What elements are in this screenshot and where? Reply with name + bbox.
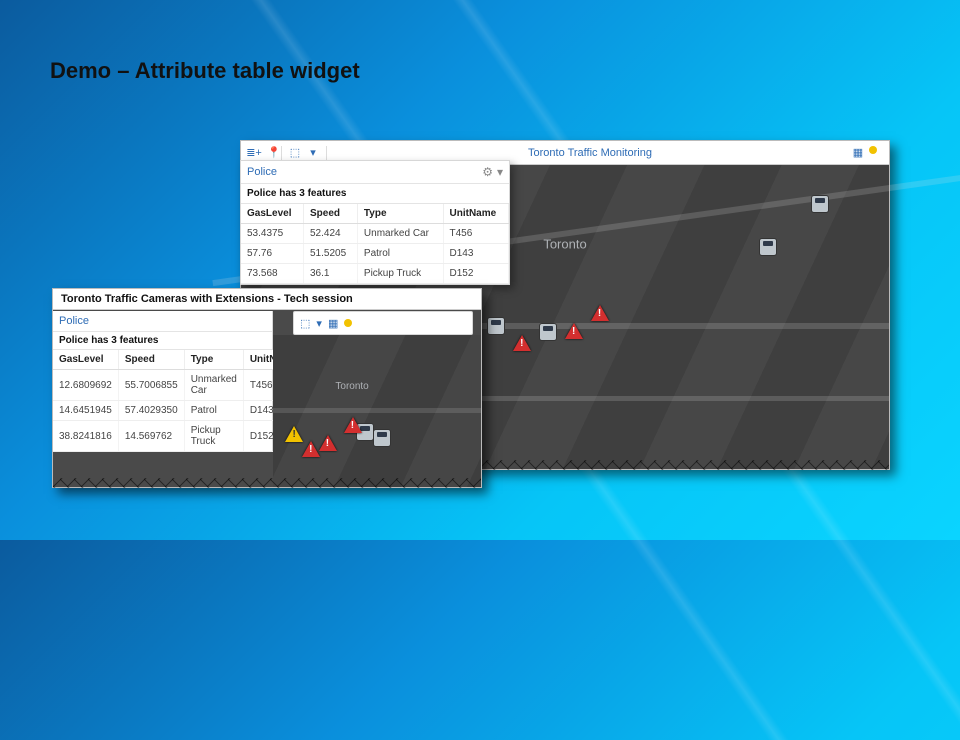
col-header[interactable]: Speed (304, 204, 358, 224)
cell: Patrol (184, 401, 243, 421)
variant-feature-summary: Police has 3 features (53, 332, 272, 350)
variant-map-canvas[interactable]: Toronto (273, 335, 481, 487)
cell: Pickup Truck (357, 264, 443, 284)
col-header[interactable]: Speed (118, 350, 184, 370)
warning-icon[interactable] (591, 305, 609, 321)
cell: 53.4375 (241, 224, 304, 244)
cell: 14.569762 (118, 421, 184, 452)
attr-layer-name[interactable]: Police (247, 166, 277, 178)
vehicle-icon[interactable] (373, 429, 391, 447)
status-dot-icon (344, 319, 352, 327)
variant-attribute-panel: Police Police has 3 features GasLevel Sp… (53, 311, 273, 452)
layers-panel-icon[interactable]: ▦ (851, 146, 865, 160)
col-header[interactable]: UnitName (443, 204, 509, 224)
status-dot-icon (869, 146, 877, 154)
variant-attribute-table: GasLevel Speed Type UnitName 12.6809692 … (53, 350, 304, 452)
cell: 14.6451945 (53, 401, 118, 421)
cell: 12.6809692 (53, 370, 118, 401)
layers-panel-icon[interactable]: ▦ (328, 317, 338, 330)
variant-window-title: Toronto Traffic Cameras with Extensions … (53, 289, 481, 310)
warning-icon[interactable] (565, 323, 583, 339)
map-road (273, 408, 481, 413)
vehicle-icon[interactable] (759, 238, 777, 256)
warning-icon[interactable] (319, 435, 337, 451)
col-header[interactable]: GasLevel (241, 204, 304, 224)
col-header[interactable]: Type (357, 204, 443, 224)
table-row[interactable]: 12.6809692 55.7006855 Unmarked Car T456 (53, 370, 303, 401)
alert-icon[interactable] (285, 426, 303, 442)
cell: 38.8241816 (53, 421, 118, 452)
vehicle-icon[interactable] (487, 317, 505, 335)
map-city-label: Toronto (543, 237, 586, 252)
warning-icon[interactable] (344, 417, 362, 433)
table-row[interactable]: 57.76 51.5205 Patrol D143 (241, 244, 509, 264)
cell: 57.4029350 (118, 401, 184, 421)
table-row[interactable]: 73.568 36.1 Pickup Truck D152 (241, 264, 509, 284)
variant-layer-name[interactable]: Police (53, 311, 272, 332)
cell: D152 (443, 264, 509, 284)
cell: Unmarked Car (184, 370, 243, 401)
cell: Patrol (357, 244, 443, 264)
select-tool-icon[interactable]: ⬚ (288, 146, 302, 160)
cell: Pickup Truck (184, 421, 243, 452)
vehicle-icon[interactable] (811, 195, 829, 213)
pin-icon[interactable]: 📍 (267, 146, 281, 160)
cell: 36.1 (304, 264, 358, 284)
dropdown-icon[interactable]: ▾ (316, 317, 322, 330)
cell: D143 (443, 244, 509, 264)
col-header[interactable]: GasLevel (53, 350, 118, 370)
map-app-title: Toronto Traffic Monitoring (335, 147, 845, 159)
warning-icon[interactable] (302, 441, 320, 457)
attribute-table: GasLevel Speed Type UnitName 53.4375 52.… (241, 204, 509, 284)
gear-icon[interactable]: ⚙ (482, 165, 493, 179)
dropdown-icon[interactable]: ▾ (497, 165, 503, 179)
col-header[interactable]: Type (184, 350, 243, 370)
map-toolset: ⬚ ▾ (281, 146, 327, 160)
cell: 51.5205 (304, 244, 358, 264)
layers-icon[interactable]: ≣+ (247, 146, 261, 160)
cell: 57.76 (241, 244, 304, 264)
select-tool-icon[interactable]: ⬚ (300, 317, 310, 330)
table-row[interactable]: 14.6451945 57.4029350 Patrol D143 (53, 401, 303, 421)
dropdown-icon[interactable]: ▾ (306, 146, 320, 160)
table-row[interactable]: 38.8241816 14.569762 Pickup Truck D152 (53, 421, 303, 452)
cell: 55.7006855 (118, 370, 184, 401)
vehicle-icon[interactable] (539, 323, 557, 341)
attr-feature-summary: Police has 3 features (241, 184, 509, 204)
cell: T456 (443, 224, 509, 244)
table-row[interactable]: 53.4375 52.424 Unmarked Car T456 (241, 224, 509, 244)
slide-title: Demo – Attribute table widget (50, 58, 360, 84)
cell: 52.424 (304, 224, 358, 244)
table-header-row: GasLevel Speed Type UnitName (53, 350, 303, 370)
warning-icon[interactable] (513, 335, 531, 351)
cell: Unmarked Car (357, 224, 443, 244)
variant-toolrow: ⬚ ▾ ▦ (293, 311, 473, 335)
table-header-row: GasLevel Speed Type UnitName (241, 204, 509, 224)
variant-window: Toronto Traffic Cameras with Extensions … (52, 288, 482, 488)
cell: 73.568 (241, 264, 304, 284)
map-city-label: Toronto (335, 381, 368, 392)
attribute-table-panel: Police ⚙ ▾ Police has 3 features GasLeve… (240, 160, 510, 285)
